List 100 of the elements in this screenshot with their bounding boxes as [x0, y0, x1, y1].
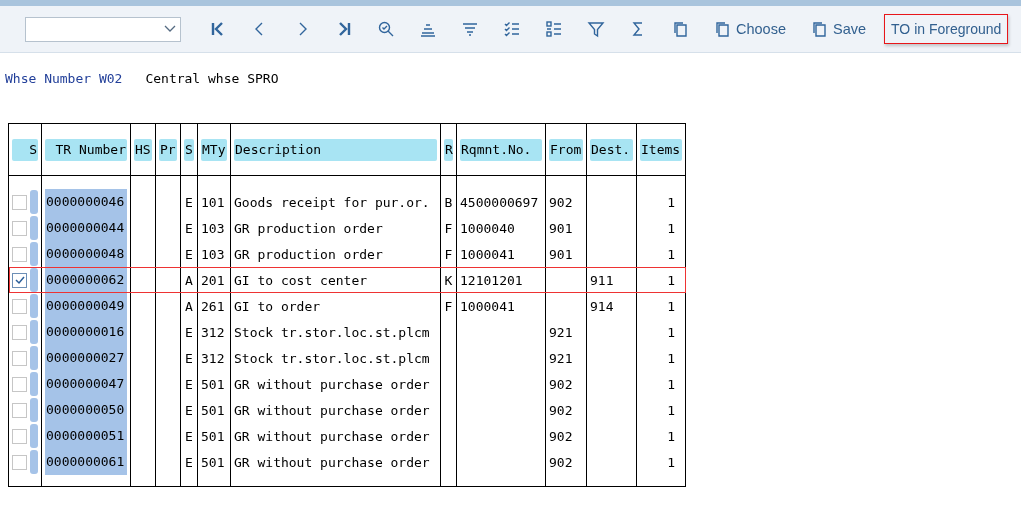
checkbox[interactable] — [12, 194, 27, 210]
tr-number: 0000000062 — [45, 267, 127, 293]
tr-number: 0000000050 — [45, 397, 127, 423]
row-selector[interactable] — [30, 242, 38, 266]
column-header[interactable]: TR Number — [45, 138, 127, 161]
column-header[interactable]: R — [444, 138, 453, 161]
checkbox[interactable] — [12, 324, 27, 340]
checkbox[interactable] — [12, 376, 27, 392]
table-cell-text: 902 — [548, 454, 573, 470]
table-cell-text: 1 — [666, 220, 676, 236]
dropdown-field[interactable] — [25, 16, 181, 42]
table-cell-text: 501 — [200, 454, 225, 470]
column-header[interactable]: S — [184, 138, 194, 161]
table-cell-text: 1000041 — [459, 298, 515, 314]
table-row[interactable]: 0000000048 E 103 GR production order F 1000041 901 1 — [8, 241, 686, 267]
table-cell-text: 103 — [200, 246, 225, 262]
column-header[interactable]: S — [12, 138, 38, 161]
tr-number: 0000000047 — [45, 371, 127, 397]
table-cell-text: Stock tr.stor.loc.st.plcm — [233, 324, 430, 340]
checkbox[interactable] — [12, 298, 27, 314]
row-selector[interactable] — [30, 346, 38, 370]
table-cell-text: GR production order — [233, 220, 383, 236]
row-selector[interactable] — [30, 372, 38, 396]
table-row[interactable]: 0000000050 E 501 GR without purchase order 902 1 — [8, 397, 686, 423]
table-row[interactable]: 0000000061 E 501 GR without purchase order 902 1 — [8, 449, 686, 475]
column-header[interactable]: Description — [234, 138, 437, 161]
table-cell-text: 1 — [666, 298, 676, 314]
row-selector[interactable] — [30, 294, 38, 318]
table-cell-text: 1 — [666, 350, 676, 366]
column-header[interactable]: HS — [134, 138, 152, 161]
column-header[interactable]: MTy — [201, 138, 227, 161]
row-selector[interactable] — [30, 190, 38, 214]
checkbox[interactable] — [12, 272, 27, 288]
warehouse-name: Central whse SPRO — [145, 71, 279, 88]
tr-number: 0000000049 — [45, 293, 127, 319]
row-selector[interactable] — [30, 398, 38, 422]
checkbox[interactable] — [12, 246, 27, 262]
column-header[interactable]: Rqmnt.No. — [460, 138, 542, 161]
row-selector[interactable] — [30, 450, 38, 474]
table-cell-text: 1 — [666, 402, 676, 418]
checkbox[interactable] — [12, 220, 27, 236]
table-cell-text: 901 — [548, 220, 573, 236]
table-cell-text: 921 — [548, 350, 573, 366]
table-cell-text: 101 — [200, 194, 225, 210]
table-cell-text: GI to cost center — [233, 272, 368, 288]
column-header[interactable]: Dest. — [590, 138, 633, 161]
row-selector[interactable] — [30, 216, 38, 240]
table-row[interactable]: 0000000051 E 501 GR without purchase order 902 1 — [8, 423, 686, 449]
table-cell-text: GR without purchase order — [233, 428, 430, 444]
table-row[interactable]: 0000000047 E 501 GR without purchase order 902 1 — [8, 371, 686, 397]
column-header[interactable]: Items — [640, 138, 682, 161]
table-cell-text: 1 — [666, 272, 676, 288]
table-cell-text: GI to order — [233, 298, 321, 314]
caret-icon — [164, 25, 176, 33]
table-cell-text: 103 — [200, 220, 225, 236]
checkbox[interactable] — [12, 350, 27, 366]
table-cell: F — [444, 246, 453, 262]
table-row[interactable]: 0000000027 E 312 Stock tr.stor.loc.st.plcm 921 1 — [8, 345, 686, 371]
column-header[interactable]: From — [549, 138, 583, 161]
checkbox[interactable] — [12, 454, 27, 470]
table-cell-text: 501 — [200, 376, 225, 392]
table-cell: E — [185, 376, 193, 392]
table-cell-text: 914 — [589, 298, 614, 314]
table-cell-text: 12101201 — [459, 272, 523, 288]
table-cell: F — [444, 298, 453, 314]
table-row[interactable]: 0000000016 E 312 Stock tr.stor.loc.st.plcm 921 1 — [8, 319, 686, 345]
copy-icon — [713, 20, 731, 38]
table-row[interactable]: 0000000044 E 103 GR production order F 1000040 901 1 — [8, 215, 686, 241]
table-cell-text: 902 — [548, 402, 573, 418]
tr-number: 0000000048 — [45, 241, 127, 267]
table-row[interactable]: 0000000046 E 101 Goods receipt for pur.or. B 4500000697 902 1 — [8, 189, 686, 215]
table-cell-text: 501 — [200, 428, 225, 444]
table-cell-text: 921 — [548, 324, 573, 340]
row-selector[interactable] — [30, 320, 38, 344]
toolbar-button[interactable]: TO in Foreground — [884, 14, 1009, 44]
tr-number: 0000000051 — [45, 423, 127, 449]
checkbox[interactable] — [12, 402, 27, 418]
table-cell-text: 261 — [200, 298, 225, 314]
table-cell-text: 1000040 — [459, 220, 515, 236]
toolbar-button[interactable]: Choose — [701, 14, 798, 44]
filter-icon — [587, 20, 605, 38]
table-cell: B — [444, 194, 453, 210]
table-cell-text: GR production order — [233, 246, 383, 262]
checkbox[interactable] — [12, 428, 27, 444]
search-icon — [377, 20, 395, 38]
table-cell: E — [185, 454, 193, 470]
table-cell-text: GR without purchase order — [233, 454, 430, 470]
table-cell-text: 1 — [666, 324, 676, 340]
table-cell-text: 901 — [548, 246, 573, 262]
table-cell-text: 501 — [200, 402, 225, 418]
table-row[interactable]: 0000000049 A 261 GI to order F 1000041 914 1 — [8, 293, 686, 319]
row-selector[interactable] — [30, 424, 38, 448]
toolbar-button[interactable]: Save — [798, 14, 879, 44]
tr-number: 0000000044 — [45, 215, 127, 241]
table-cell: E — [185, 220, 193, 236]
column-header[interactable]: Pr — [159, 138, 177, 161]
table-row[interactable]: 0000000062 A 201 GI to cost center K 12101201 911 1 — [8, 267, 686, 293]
table-cell: F — [444, 220, 453, 236]
table-cell-text: 4500000697 — [459, 194, 539, 210]
table-cell: E — [185, 324, 193, 340]
